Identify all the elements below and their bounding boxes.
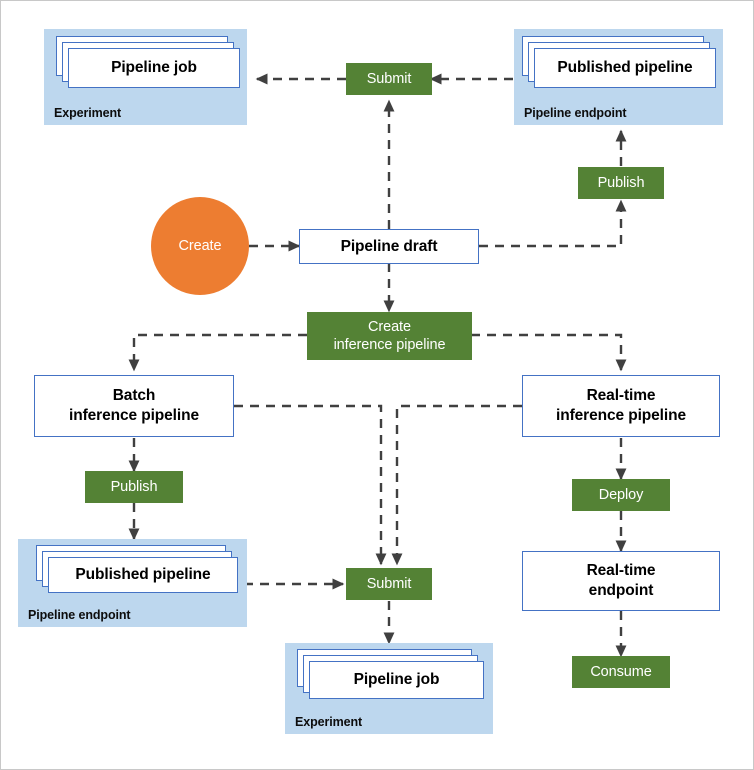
- realtime-endpoint-line1: Real-time: [586, 562, 656, 580]
- stack-sheet-front[interactable]: Published pipeline: [48, 557, 238, 593]
- batch-inference-pipeline-box[interactable]: Batch inference pipeline: [34, 375, 234, 437]
- stack-sheet-front[interactable]: Pipeline job: [68, 48, 240, 88]
- published-pipeline-top-label: Published pipeline: [557, 59, 693, 76]
- publish-action-top[interactable]: Publish: [578, 167, 664, 199]
- publish-action-batch[interactable]: Publish: [85, 471, 183, 503]
- pipeline-endpoint-bottom-label: Pipeline endpoint: [28, 608, 131, 622]
- submit-action-bottom[interactable]: Submit: [346, 568, 432, 600]
- batch-inference-pipeline-line2: inference pipeline: [69, 407, 199, 424]
- pipeline-draft-box[interactable]: Pipeline draft: [299, 229, 479, 264]
- group-pipeline-endpoint-top: Published pipeline Pipeline endpoint: [514, 29, 723, 125]
- consume-label: Consume: [590, 663, 652, 680]
- create-inference-pipeline-line1: Create: [368, 318, 411, 335]
- edge-realtime-to-submit-bottom: [391, 404, 522, 566]
- published-pipeline-bottom-label: Published pipeline: [75, 566, 211, 583]
- realtime-inference-pipeline-box[interactable]: Real-time inference pipeline: [522, 375, 720, 437]
- experiment-bottom-label: Experiment: [295, 715, 363, 729]
- deploy-action[interactable]: Deploy: [572, 479, 670, 511]
- publish-top-label: Publish: [597, 174, 645, 191]
- experiment-top-label: Experiment: [54, 106, 122, 120]
- publish-batch-label: Publish: [110, 478, 158, 495]
- realtime-inference-pipeline-line2: inference pipeline: [556, 407, 686, 424]
- edge-createinference-to-batch: [128, 333, 307, 372]
- create-label: Create: [178, 238, 222, 254]
- deploy-label: Deploy: [598, 486, 644, 503]
- group-experiment-bottom: Pipeline job Experiment: [285, 643, 493, 734]
- realtime-endpoint-box[interactable]: Real-time endpoint: [522, 551, 720, 611]
- pipeline-endpoint-top-label: Pipeline endpoint: [524, 106, 627, 120]
- submit-top-label: Submit: [366, 70, 412, 87]
- edge-draft-to-publish: [479, 199, 627, 248]
- edge-createinference-to-realtime: [471, 333, 627, 372]
- edge-batch-to-submit-bottom: [234, 404, 387, 566]
- pipeline-draft-label: Pipeline draft: [340, 237, 438, 255]
- group-pipeline-endpoint-bottom: Published pipeline Pipeline endpoint: [18, 539, 247, 627]
- realtime-endpoint-line2: endpoint: [588, 582, 654, 599]
- diagram-canvas: Pipeline job Experiment Published pipeli…: [0, 0, 754, 770]
- realtime-inference-pipeline-line1: Real-time: [586, 387, 656, 405]
- pipeline-job-top-label: Pipeline job: [111, 59, 197, 76]
- pipeline-job-bottom-label: Pipeline job: [353, 671, 440, 688]
- group-experiment-top: Pipeline job Experiment: [44, 29, 247, 125]
- create-start-circle[interactable]: Create: [151, 197, 249, 295]
- submit-bottom-label: Submit: [366, 575, 412, 592]
- consume-action[interactable]: Consume: [572, 656, 670, 688]
- stack-sheet-front[interactable]: Pipeline job: [309, 661, 484, 699]
- create-inference-pipeline-action[interactable]: Create inference pipeline: [307, 312, 472, 360]
- stack-sheet-front[interactable]: Published pipeline: [534, 48, 716, 88]
- submit-action-top[interactable]: Submit: [346, 63, 432, 95]
- create-inference-pipeline-line2: inference pipeline: [333, 337, 446, 353]
- batch-inference-pipeline-line1: Batch: [112, 387, 156, 405]
